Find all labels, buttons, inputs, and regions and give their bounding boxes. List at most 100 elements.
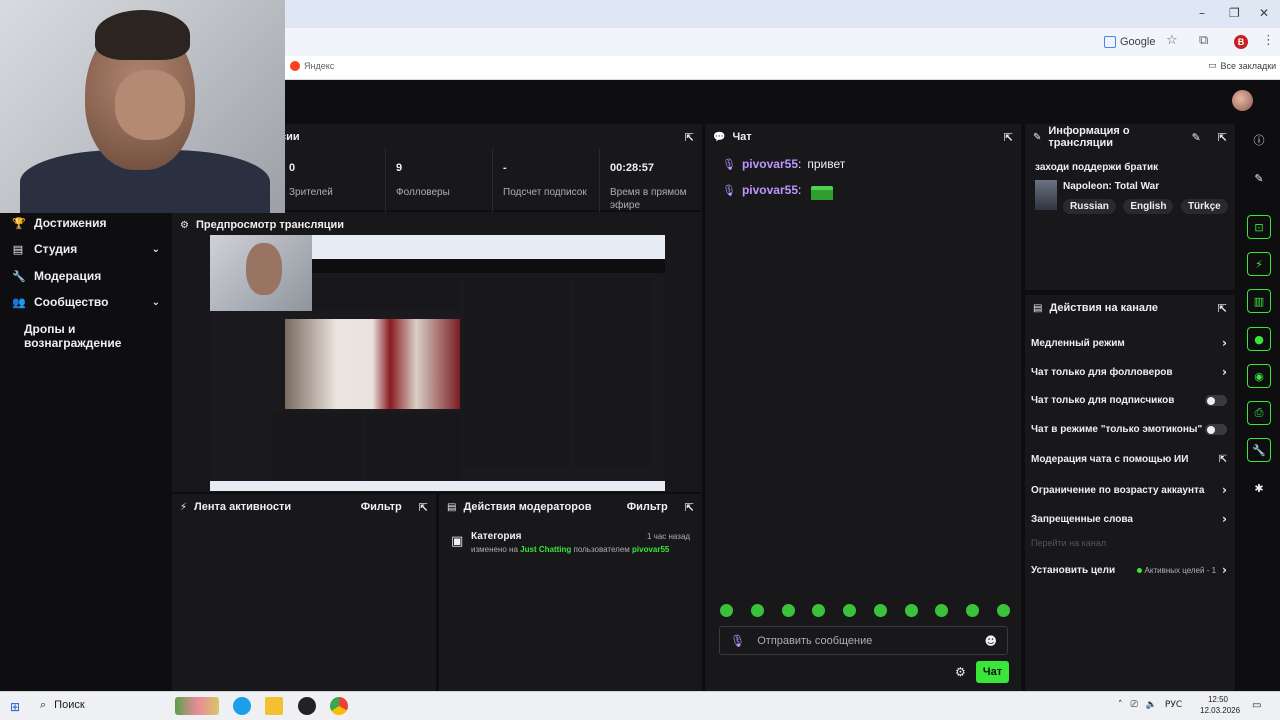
emote-icon[interactable] xyxy=(781,604,795,617)
bookmark-yandex-label: Яндекс xyxy=(304,61,335,71)
action-label: Установить цели xyxy=(1031,564,1116,576)
preview-taskbar xyxy=(210,481,665,491)
network-icon[interactable]: ⎚ xyxy=(1131,700,1138,710)
all-bookmarks-button[interactable]: ▭ Все закладки xyxy=(1208,61,1276,71)
emote-icon[interactable] xyxy=(935,604,949,617)
preview-activity-block xyxy=(272,413,362,481)
minimize-button[interactable]: – xyxy=(1199,6,1205,20)
stream-preview-video[interactable] xyxy=(210,235,665,491)
sidebar-item-label: Дропы и вознаграждение xyxy=(24,322,122,350)
add-widget-icon[interactable]: ✱ xyxy=(1247,476,1271,500)
emote-icon[interactable] xyxy=(750,604,764,617)
sidebar-item-label: Сообщество xyxy=(34,295,109,309)
emote-icon[interactable] xyxy=(812,604,826,617)
system-tray: ˄ ⎚ 🔈 РУС xyxy=(1118,700,1182,710)
close-window-button[interactable]: ✕ xyxy=(1259,6,1269,20)
action-followers-only[interactable]: Чат только для фолловеров › xyxy=(1031,365,1227,379)
info-icon[interactable]: ⓘ xyxy=(1247,128,1271,152)
broadcast-icon[interactable]: ◉ xyxy=(1247,364,1271,388)
popout-icon[interactable]: ⇱ xyxy=(685,501,694,514)
category-icon: ▣ xyxy=(451,534,464,549)
popout-icon[interactable]: ⇱ xyxy=(1004,131,1013,144)
clip-icon[interactable]: ⊡ xyxy=(1247,215,1271,239)
mic-badge-icon: 🎙 xyxy=(722,157,736,171)
popout-icon[interactable]: ⇱ xyxy=(1218,302,1227,315)
filter-button[interactable]: Фильтр xyxy=(627,501,668,513)
action-ai-moderation[interactable]: Модерация чата с помощью ИИ ⇱ xyxy=(1031,454,1227,465)
action-label: Медленный режим xyxy=(1031,337,1125,349)
browser-menu-icon[interactable]: ⋮ xyxy=(1262,33,1275,48)
action-account-age[interactable]: Ограничение по возрасту аккаунта › xyxy=(1031,483,1227,497)
browser-profile-avatar[interactable]: B xyxy=(1234,35,1248,49)
stream-category[interactable]: Napoleon: Total War xyxy=(1063,181,1159,192)
wrench-icon[interactable]: 🔧 xyxy=(1247,438,1271,462)
preview-webcam xyxy=(210,235,312,311)
bookmark-yandex[interactable]: Яндекс xyxy=(290,61,334,71)
windows-start-icon[interactable]: ⊞ xyxy=(10,700,20,714)
emote-suggestions xyxy=(720,604,1010,617)
popout-icon[interactable]: ⇱ xyxy=(685,131,694,144)
action-set-goals[interactable]: Установить цели Активных целей - 1 › xyxy=(1031,563,1227,577)
search-engine-chip[interactable]: Google xyxy=(1104,33,1155,51)
edit-pencil-icon[interactable]: ✎ xyxy=(1192,131,1201,144)
taskbar-widget-flowers[interactable] xyxy=(175,697,219,715)
emoji-picker-icon[interactable]: ☻ xyxy=(984,634,997,648)
chat-bubble-icon[interactable]: ● xyxy=(1247,327,1271,351)
document-icon[interactable]: ▥ xyxy=(1247,289,1271,313)
chat-send-button[interactable]: Чат xyxy=(976,661,1009,683)
mod-entry-user[interactable]: pivovar55 xyxy=(632,545,669,554)
action-slow-mode[interactable]: Медленный режим › xyxy=(1031,336,1227,350)
go-to-channel-link[interactable]: Перейти на канал xyxy=(1031,538,1227,548)
taskbar-search[interactable]: ⌕ Поиск xyxy=(40,698,85,712)
green-tank-emote xyxy=(811,186,834,200)
sidebar-item-studio[interactable]: ▤ Студия ⌄ xyxy=(12,242,160,256)
sidebar-item-drops[interactable]: Дропы и вознаграждение xyxy=(24,322,172,350)
sidebar-item-moderation[interactable]: 🔧 Модерация xyxy=(12,269,160,283)
action-banned-words[interactable]: Запрещенные слова › xyxy=(1031,512,1227,526)
input-language[interactable]: РУС xyxy=(1165,700,1182,710)
printer-icon[interactable]: ⎙ xyxy=(1247,401,1271,425)
emote-icon[interactable] xyxy=(996,604,1010,617)
chat-settings-icon[interactable]: ⚙ xyxy=(955,665,966,679)
emote-icon[interactable] xyxy=(873,604,887,617)
file-explorer-icon[interactable] xyxy=(265,697,283,715)
tag[interactable]: English xyxy=(1123,199,1174,214)
chat-username[interactable]: pivovar55 xyxy=(742,183,798,197)
popout-icon[interactable]: ⇱ xyxy=(419,501,428,514)
obs-icon[interactable] xyxy=(298,697,316,715)
emote-only-toggle[interactable] xyxy=(1205,424,1227,435)
clock-date: 12.03.2026 xyxy=(1200,706,1241,715)
emote-icon[interactable] xyxy=(966,604,980,617)
mod-entry-prefix: изменено на xyxy=(471,545,518,554)
sidebar-item-community[interactable]: 👥 Сообщество ⌄ xyxy=(12,295,160,309)
emote-icon[interactable] xyxy=(904,604,918,617)
stat-label: Подсчет подписок xyxy=(503,187,587,198)
tag[interactable]: Russian xyxy=(1063,199,1116,214)
chevron-up-icon[interactable]: ˄ xyxy=(1118,700,1123,710)
user-avatar[interactable] xyxy=(1232,90,1253,111)
extensions-icon[interactable]: ⧉ xyxy=(1199,33,1208,48)
pencil-icon[interactable]: ✎ xyxy=(1247,166,1271,190)
notifications-icon[interactable]: ▭ xyxy=(1252,700,1261,711)
popout-icon[interactable]: ⇱ xyxy=(1218,131,1227,144)
edge-browser-icon[interactable] xyxy=(233,697,251,715)
stat-viewers: 0 Зрителей xyxy=(278,148,384,218)
emote-icon[interactable] xyxy=(720,604,733,617)
action-emote-only: Чат в режиме "только эмотиконы" xyxy=(1031,424,1227,435)
chrome-icon[interactable] xyxy=(330,697,348,715)
tag[interactable]: Türkçe xyxy=(1180,199,1228,214)
speaker-icon[interactable]: 🔈 xyxy=(1146,700,1157,710)
filter-button[interactable]: Фильтр xyxy=(361,501,402,513)
mic-badge-icon: 🎙 xyxy=(722,183,736,197)
emote-icon[interactable] xyxy=(843,604,857,617)
maximize-button[interactable]: ❐ xyxy=(1229,6,1240,20)
chat-input-box[interactable]: 🎙 ☻ xyxy=(719,626,1008,655)
taskbar-clock[interactable]: 12:50 12.03.2026 xyxy=(1200,694,1241,716)
chat-username[interactable]: pivovar55 xyxy=(742,157,798,171)
bookmark-star-icon[interactable]: ☆ xyxy=(1166,33,1178,48)
subscribers-only-toggle[interactable] xyxy=(1205,395,1227,406)
sidebar-item-achievements[interactable]: 🏆 Достижения xyxy=(12,216,160,230)
lightning-icon[interactable]: ⚡ xyxy=(1247,252,1271,276)
chat-message-input[interactable] xyxy=(757,634,973,647)
mod-entry-game[interactable]: Just Chatting xyxy=(520,545,571,554)
